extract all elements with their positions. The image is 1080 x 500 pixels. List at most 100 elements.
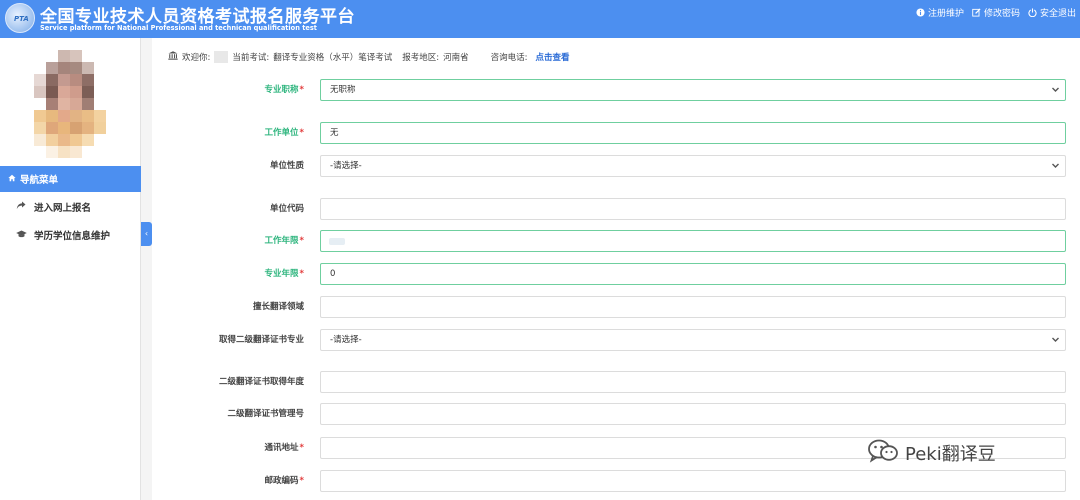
main-content: 欢迎你: 当前考试: 翻译专业资格（水平）笔译考试 报考地区: 河南省 咨询电话… xyxy=(152,38,1080,500)
avatar-pixel xyxy=(82,62,94,74)
exam-info-bar: 欢迎你: 当前考试: 翻译专业资格（水平）笔译考试 报考地区: 河南省 咨询电话… xyxy=(168,51,574,63)
avatar-pixel xyxy=(46,146,58,158)
avatar-pixel xyxy=(58,86,70,98)
power-icon xyxy=(1028,8,1037,18)
field-value: 0 xyxy=(330,269,336,279)
sidebar-item-label: 进入网上报名 xyxy=(34,203,92,214)
form-row: 取得二级翻译证书专业 -请选择- xyxy=(152,329,1080,351)
avatar-pixel xyxy=(70,62,82,74)
avatar-pixel xyxy=(46,110,58,122)
field-label-text: 单位代码 xyxy=(269,204,304,214)
register-maintain-link[interactable]: 注册维护 xyxy=(916,6,964,19)
field-label: 单位代码 xyxy=(270,198,304,220)
field-label: 取得二级翻译证书专业 xyxy=(219,329,304,351)
user-name-redacted xyxy=(214,51,229,63)
avatar-pixel xyxy=(70,110,82,122)
avatar-pixel xyxy=(58,122,70,134)
avatar-pixel xyxy=(46,134,58,146)
field-input[interactable] xyxy=(320,403,1066,425)
field-label: 通讯地址* xyxy=(265,437,304,459)
form-row: 单位性质 -请选择- xyxy=(152,155,1080,177)
avatar-pixel xyxy=(82,122,94,134)
logout-link[interactable]: 安全退出 xyxy=(1028,6,1076,19)
change-password-link[interactable]: 修改密码 xyxy=(972,6,1020,19)
field-label-text: 取得二级翻译证书专业 xyxy=(218,335,304,345)
watermark: Peki翻译豆 xyxy=(867,438,996,467)
field-label-text: 二级翻译证书管理号 xyxy=(227,409,304,419)
field-value: 无职称 xyxy=(330,85,356,95)
share-arrow-icon xyxy=(16,201,26,213)
avatar-pixel xyxy=(82,74,94,86)
field-input[interactable]: 0 xyxy=(320,263,1066,285)
sidebar-item-education-info[interactable]: 学历学位信息维护 xyxy=(0,222,141,248)
nav-menu-header[interactable]: 导航菜单 xyxy=(0,166,141,192)
field-input[interactable] xyxy=(320,371,1066,393)
form-row: 专业职称* 无职称 xyxy=(152,79,1080,101)
form-row: 二级翻译证书取得年度 xyxy=(152,371,1080,393)
required-marker: * xyxy=(299,236,304,246)
field-label-text: 二级翻译证书取得年度 xyxy=(218,377,304,387)
field-select[interactable]: -请选择- xyxy=(320,155,1066,177)
avatar-pixel xyxy=(58,134,70,146)
top-links: 注册维护 修改密码 安全退出 xyxy=(916,6,1076,19)
field-label-text: 专业年限 xyxy=(264,269,299,279)
field-label: 工作单位* xyxy=(265,122,304,144)
chevron-down-icon xyxy=(1051,80,1060,108)
top-header: PTA 全国专业技术人员资格考试报名服务平台 Service platform … xyxy=(0,0,1080,38)
field-input[interactable] xyxy=(320,470,1066,492)
avatar-pixel xyxy=(70,146,82,158)
sidebar-item-online-registration[interactable]: 进入网上报名 xyxy=(0,194,141,220)
avatar-pixel xyxy=(58,110,70,122)
avatar-pixel xyxy=(58,146,70,158)
avatar-pixel xyxy=(46,74,58,86)
field-label-text: 邮政编码 xyxy=(264,476,299,486)
logout-label: 安全退出 xyxy=(1039,9,1076,19)
field-select[interactable]: -请选择- xyxy=(320,329,1066,351)
field-label-text: 擅长翻译领域 xyxy=(252,302,304,312)
form-row: 单位代码 xyxy=(152,198,1080,220)
bank-icon xyxy=(168,51,178,63)
exam-value: 翻译专业资格（水平）笔译考试 xyxy=(273,53,393,63)
field-label-text: 工作年限 xyxy=(264,236,299,246)
avatar-pixel xyxy=(46,122,58,134)
required-marker: * xyxy=(299,128,304,138)
avatar-pixel xyxy=(70,98,82,110)
region-value: 河南省 xyxy=(443,53,469,63)
redacted-value xyxy=(329,238,345,245)
field-value: -请选择- xyxy=(330,335,362,345)
form-row: 工作年限* xyxy=(152,230,1080,252)
chevron-down-icon xyxy=(1051,330,1060,358)
avatar-pixel xyxy=(34,86,46,98)
field-label: 擅长翻译领域 xyxy=(253,296,304,318)
field-value: -请选择- xyxy=(330,161,362,171)
required-marker: * xyxy=(299,85,304,95)
form-row: 邮政编码* xyxy=(152,470,1080,492)
avatar-pixel xyxy=(58,62,70,74)
avatar xyxy=(22,50,112,168)
required-marker: * xyxy=(299,269,304,279)
change-password-label: 修改密码 xyxy=(983,9,1020,19)
sidebar-collapse-toggle[interactable]: ‹ xyxy=(141,222,152,246)
field-label-text: 专业职称 xyxy=(264,85,299,95)
field-label: 工作年限* xyxy=(265,230,304,252)
avatar-pixel xyxy=(46,86,58,98)
home-icon xyxy=(8,174,16,185)
field-input[interactable]: 无 xyxy=(320,122,1066,144)
required-marker: * xyxy=(299,443,304,453)
view-phone-link[interactable]: 点击查看 xyxy=(536,51,570,63)
field-input[interactable] xyxy=(320,198,1066,220)
required-marker: * xyxy=(299,476,304,486)
avatar-pixel xyxy=(82,98,94,110)
info-icon xyxy=(916,8,925,17)
sidebar: 导航菜单 进入网上报名 学历学位信息维护 xyxy=(0,38,141,500)
field-input[interactable] xyxy=(320,230,1066,252)
avatar-pixel xyxy=(34,74,46,86)
avatar-pixel xyxy=(70,122,82,134)
field-select[interactable]: 无职称 xyxy=(320,79,1066,101)
phone-label: 咨询电话: xyxy=(490,53,528,63)
register-maintain-label: 注册维护 xyxy=(927,9,964,19)
avatar-pixel xyxy=(82,110,94,122)
field-input[interactable] xyxy=(320,296,1066,318)
avatar-pixel xyxy=(34,134,46,146)
field-label: 二级翻译证书取得年度 xyxy=(219,371,304,393)
